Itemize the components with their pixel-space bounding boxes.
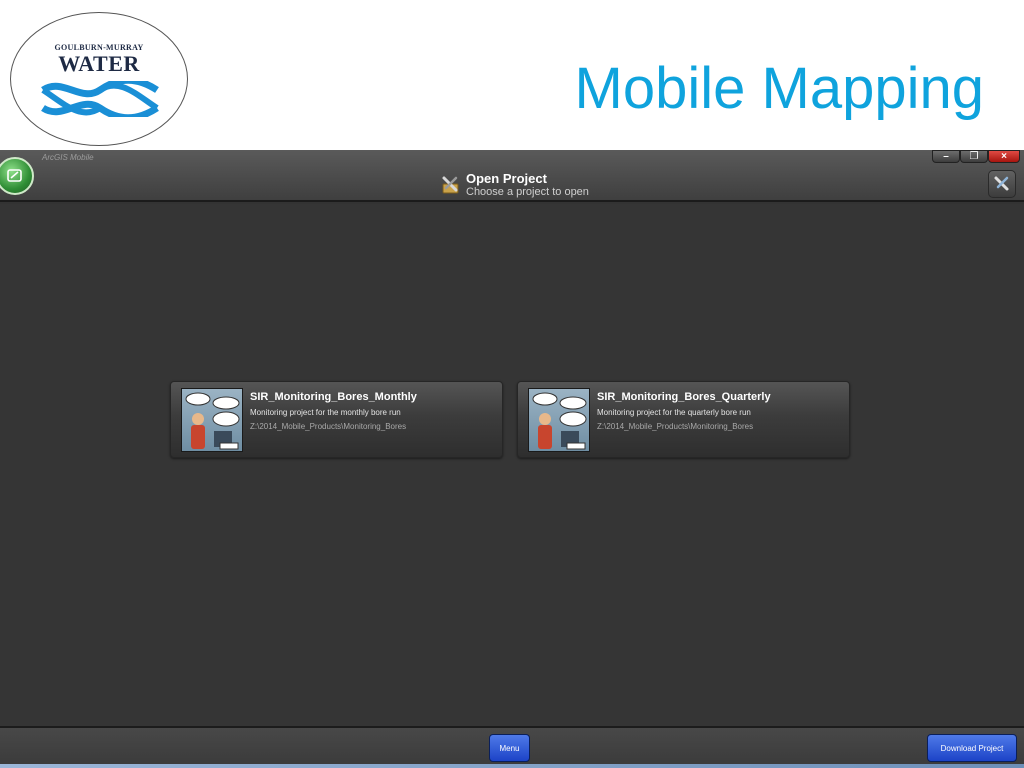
arcgis-mobile-window: ArcGIS Mobile Open Project Choose a proj… (0, 150, 1024, 768)
logo-wave-icon (41, 81, 159, 117)
arcgis-mobile-logo-icon[interactable] (0, 157, 34, 195)
download-project-button[interactable]: Download Project (927, 734, 1017, 762)
bottom-toolbar: Menu Download Project (0, 726, 1024, 768)
comic-thumbnail-icon (532, 392, 587, 450)
comic-thumbnail-icon (185, 392, 240, 450)
header-subtitle: Choose a project to open (466, 185, 589, 198)
device-glyph-icon (7, 169, 22, 182)
project-name: SIR_Monitoring_Bores_Monthly (250, 391, 417, 403)
taskbar-strip (0, 764, 1024, 768)
project-path: Z:\2014_Mobile_Products\Monitoring_Bores (597, 422, 754, 431)
goulburn-murray-water-logo: GOULBURN-MURRAY WATER (10, 12, 188, 146)
title-bar: ArcGIS Mobile Open Project Choose a proj… (0, 150, 1024, 202)
slide: GOULBURN-MURRAY WATER Mobile Mapping Arc… (0, 0, 1024, 768)
menu-button[interactable]: Menu (489, 734, 530, 762)
slide-title: Mobile Mapping (574, 56, 984, 121)
project-card-quarterly[interactable]: SIR_Monitoring_Bores_Quarterly Monitorin… (517, 381, 850, 458)
project-list: SIR_Monitoring_Bores_Monthly Monitoring … (0, 204, 1024, 726)
project-thumbnail (181, 388, 243, 452)
restore-button[interactable]: ❐ (960, 150, 988, 163)
minimize-button[interactable]: – (932, 150, 960, 163)
project-description: Monitoring project for the monthly bore … (250, 408, 401, 417)
header: Open Project Choose a project to open (440, 170, 589, 200)
settings-tools-icon (994, 176, 1009, 191)
project-name: SIR_Monitoring_Bores_Quarterly (597, 391, 771, 403)
project-path: Z:\2014_Mobile_Products\Monitoring_Bores (250, 422, 407, 431)
header-title: Open Project (466, 170, 547, 186)
project-thumbnail (528, 388, 590, 452)
project-description: Monitoring project for the quarterly bor… (597, 408, 751, 417)
settings-button[interactable] (988, 170, 1016, 198)
app-name: ArcGIS Mobile (42, 153, 94, 162)
project-card-monthly[interactable]: SIR_Monitoring_Bores_Monthly Monitoring … (170, 381, 503, 458)
logo-line2: WATER (58, 51, 140, 76)
close-button[interactable]: × (988, 150, 1020, 163)
window-controls: – ❐ × (932, 150, 1020, 164)
open-project-tools-icon (442, 176, 459, 194)
